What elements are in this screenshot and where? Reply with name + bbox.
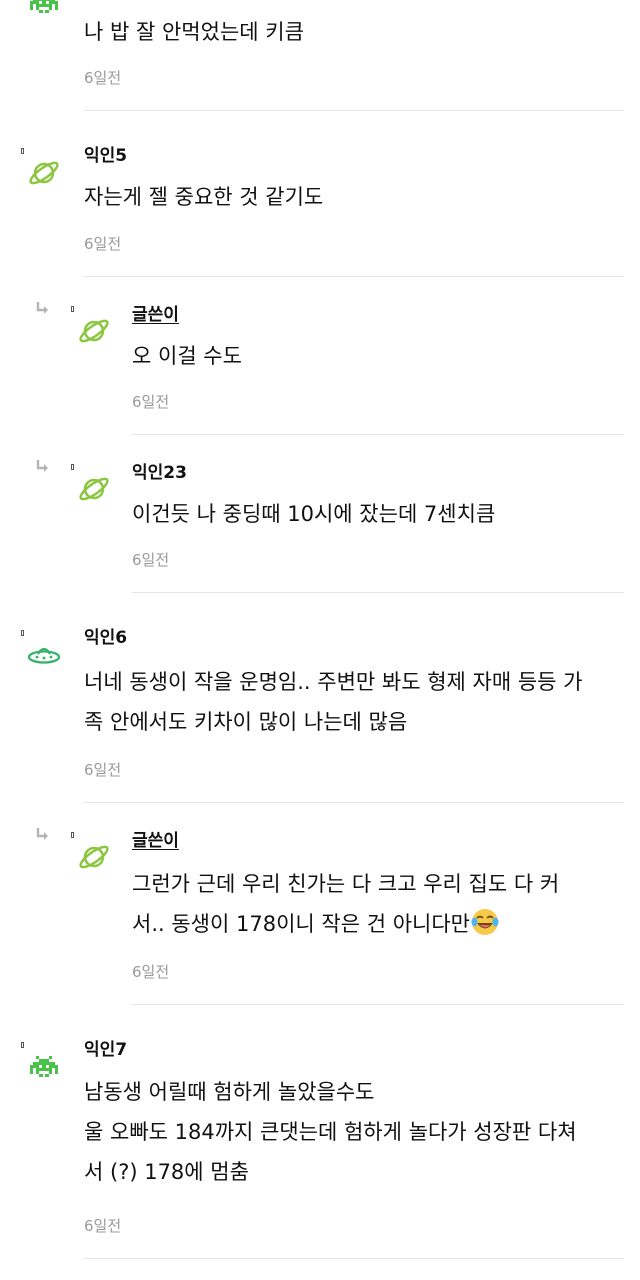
ufo-icon xyxy=(27,638,61,672)
divider xyxy=(84,1258,624,1259)
reply-item: 글쓴이 오 이걸 수도 6일전 xyxy=(0,278,640,436)
comment-body: 오 이걸 수도 xyxy=(132,336,242,376)
divider xyxy=(84,110,624,111)
comment-timestamp: 6일전 xyxy=(84,1217,122,1235)
comment-body: 나 밥 잘 안먹었는데 키큼 xyxy=(84,12,304,52)
comment-body: 자는게 젤 중요한 것 같기도 xyxy=(84,177,323,217)
comment-body-text: 서.. 동생이 178이니 작은 건 아니다만 xyxy=(132,912,470,936)
comment-timestamp: 6일전 xyxy=(84,761,122,779)
comment-timestamp: 6일전 xyxy=(84,69,122,87)
comment-timestamp: 6일전 xyxy=(132,963,170,981)
comment-timestamp: 6일전 xyxy=(132,551,170,569)
comment-body: 이건듯 나 중딩때 10시에 잤는데 7센치큼 xyxy=(132,494,495,534)
comment-thread: 나 밥 잘 안먹었는데 키큼 6일전 익인5 자는게 젤 중요한 것 같기도 6… xyxy=(0,0,640,1280)
comment-timestamp: 6일전 xyxy=(84,235,122,253)
comment-body-line: 서 (?) 178에 멈춤 xyxy=(84,1160,249,1184)
comment-author[interactable]: 익인23 xyxy=(132,462,187,484)
comment-body-line: 그런가 근데 우리 친가는 다 크고 우리 집도 다 커 xyxy=(132,872,560,896)
planet-icon xyxy=(77,314,111,348)
divider xyxy=(132,592,624,593)
comment-author[interactable]: 익인6 xyxy=(84,627,127,649)
comment-body-line: 남동생 어릴때 험하게 놀았을수도 xyxy=(84,1080,375,1104)
divider xyxy=(84,802,624,803)
comment-timestamp: 6일전 xyxy=(132,393,170,411)
comment-body-line: 너네 동생이 작을 운명임.. 주변만 봐도 형제 자매 등등 가 xyxy=(84,670,583,694)
comment-item: 익인5 자는게 젤 중요한 것 같기도 6일전 xyxy=(0,112,640,278)
comment-body-line: 이건듯 나 중딩때 10시에 잤는데 7센치큼 xyxy=(132,502,496,526)
planet-icon xyxy=(77,840,111,874)
comment-body-line: 자는게 젤 중요한 것 같기도 xyxy=(84,185,324,209)
planet-icon xyxy=(27,156,61,190)
comment-body-line: 족 안에서도 키차이 많이 나는데 많음 xyxy=(84,710,408,734)
reply-arrow-icon xyxy=(35,459,51,475)
comment-author-op[interactable]: 글쓴이 xyxy=(132,304,179,326)
comment-marker xyxy=(21,630,24,636)
comment-marker xyxy=(71,832,74,838)
reply-arrow-icon xyxy=(35,827,51,843)
comment-item: 나 밥 잘 안먹었는데 키큼 6일전 xyxy=(0,0,640,112)
comment-author[interactable]: 익인5 xyxy=(84,145,127,167)
comment-item: 익인6 너네 동생이 작을 운명임.. 주변만 봐도 형제 자매 등등 가 족 … xyxy=(0,594,640,804)
comment-marker xyxy=(71,464,74,470)
comment-body-line: 오 이걸 수도 xyxy=(132,344,242,368)
reply-item: 글쓴이 그런가 근데 우리 친가는 다 크고 우리 집도 다 커 서.. 동생이… xyxy=(0,804,640,1006)
comment-body-line: 울 오빠도 184까지 큰댓는데 험하게 놀다가 성장판 다쳐 xyxy=(84,1120,577,1144)
comment-body-line: 나 밥 잘 안먹었는데 키큼 xyxy=(84,20,304,44)
comment-marker xyxy=(21,1042,24,1048)
comment-item: 익인7 남동생 어릴때 험하게 놀았을수도 울 오빠도 184까지 큰댓는데 험… xyxy=(0,1006,640,1266)
alien-invader-icon xyxy=(27,0,61,20)
comment-body: 남동생 어릴때 험하게 놀았을수도 울 오빠도 184까지 큰댓는데 험하게 놀… xyxy=(84,1072,577,1192)
comment-body: 그런가 근데 우리 친가는 다 크고 우리 집도 다 커 서.. 동생이 178… xyxy=(132,864,559,944)
alien-invader-icon xyxy=(27,1050,61,1084)
comment-marker xyxy=(21,148,24,154)
reply-item: 익인23 이건듯 나 중딩때 10시에 잤는데 7센치큼 6일전 xyxy=(0,436,640,594)
comment-body: 너네 동생이 작을 운명임.. 주변만 봐도 형제 자매 등등 가 족 안에서도… xyxy=(84,662,582,742)
divider xyxy=(132,434,624,435)
comment-author[interactable]: 익인7 xyxy=(84,1039,127,1061)
divider xyxy=(132,1004,624,1005)
reply-arrow-icon xyxy=(35,301,51,317)
comment-body-line-with-emoji: 서.. 동생이 178이니 작은 건 아니다만 xyxy=(132,904,559,944)
laughing-crying-emoji-icon xyxy=(471,908,499,936)
comment-author-op[interactable]: 글쓴이 xyxy=(132,830,179,852)
comment-marker xyxy=(71,306,74,312)
planet-icon xyxy=(77,472,111,506)
divider xyxy=(84,276,624,277)
